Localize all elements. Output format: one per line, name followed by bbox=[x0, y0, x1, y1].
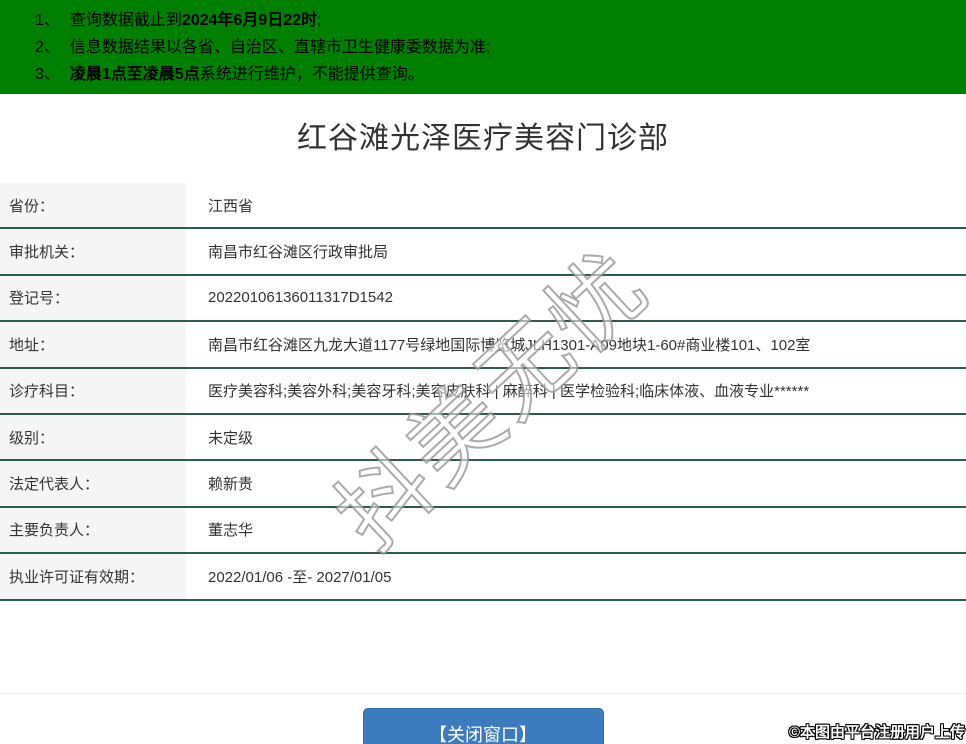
notice-line-1: 1、查询数据截止到2024年6月9日22时; bbox=[35, 7, 956, 34]
row-value: 南昌市红谷滩区九龙大道1177号绿地国际博览城JLH1301-A09地块1-60… bbox=[186, 322, 966, 366]
table-row: 省份： 江西省 bbox=[0, 183, 966, 229]
close-window-button[interactable]: 【关闭窗口】 bbox=[363, 708, 604, 744]
table-row: 诊疗科目： 医疗美容科;美容外科;美容牙科;美容皮肤科 | 麻醉科 | 医学检验… bbox=[0, 369, 966, 415]
info-table: 省份： 江西省 审批机关： 南昌市红谷滩区行政审批局 登记号： 20220106… bbox=[0, 183, 966, 601]
table-row: 级别： 未定级 bbox=[0, 415, 966, 461]
row-value: 赖新贵 bbox=[186, 461, 966, 505]
row-label: 执业许可证有效期： bbox=[0, 554, 186, 598]
row-label: 地址： bbox=[0, 322, 186, 366]
row-value: 南昌市红谷滩区行政审批局 bbox=[186, 229, 966, 273]
row-value: 未定级 bbox=[186, 415, 966, 459]
row-value: 江西省 bbox=[186, 183, 966, 227]
row-value: 2022/01/06 -至- 2027/01/05 bbox=[186, 554, 966, 598]
row-label: 登记号： bbox=[0, 276, 186, 320]
row-value: 医疗美容科;美容外科;美容牙科;美容皮肤科 | 麻醉科 | 医学检验科;临床体液… bbox=[186, 369, 966, 413]
notice-text: ; bbox=[317, 12, 321, 29]
query-result-page: 1、查询数据截止到2024年6月9日22时; 2、信息数据结果以各省、自治区、直… bbox=[0, 0, 966, 744]
row-label: 诊疗科目： bbox=[0, 369, 186, 413]
row-label: 级别： bbox=[0, 415, 186, 459]
notice-number: 2、 bbox=[35, 34, 60, 61]
table-row: 地址： 南昌市红谷滩区九龙大道1177号绿地国际博览城JLH1301-A09地块… bbox=[0, 322, 966, 368]
table-row: 法定代表人： 赖新贵 bbox=[0, 461, 966, 507]
row-label: 省份： bbox=[0, 183, 186, 227]
row-label: 法定代表人： bbox=[0, 461, 186, 505]
notice-text: 信息数据结果以各省、自治区、直辖市卫生健康委数据为准; bbox=[70, 39, 490, 56]
notice-number: 3、 bbox=[35, 61, 60, 88]
notice-maintenance-window: 凌晨1点至凌晨5点 bbox=[70, 66, 200, 83]
table-row: 登记号： 20220106136011317D1542 bbox=[0, 276, 966, 322]
row-value: 董志华 bbox=[186, 508, 966, 552]
table-row: 审批机关： 南昌市红谷滩区行政审批局 bbox=[0, 229, 966, 275]
notice-line-3: 3、凌晨1点至凌晨5点系统进行维护，不能提供查询。 bbox=[35, 61, 956, 88]
notice-number: 1、 bbox=[35, 7, 60, 34]
notice-deadline: 2024年6月9日22时 bbox=[182, 12, 317, 29]
table-row: 执业许可证有效期： 2022/01/06 -至- 2027/01/05 bbox=[0, 554, 966, 600]
notice-bar: 1、查询数据截止到2024年6月9日22时; 2、信息数据结果以各省、自治区、直… bbox=[0, 0, 966, 94]
upload-attribution-watermark: ©本图由平台注册用户上传 bbox=[789, 721, 965, 742]
notice-text: 查询数据截止到 bbox=[70, 12, 182, 29]
row-value: 20220106136011317D1542 bbox=[186, 276, 966, 320]
notice-text: 系统进行维护，不能提供查询。 bbox=[200, 66, 424, 83]
row-label: 主要负责人： bbox=[0, 508, 186, 552]
page-title: 红谷滩光泽医疗美容门诊部 bbox=[0, 120, 966, 158]
notice-line-2: 2、信息数据结果以各省、自治区、直辖市卫生健康委数据为准; bbox=[35, 34, 956, 61]
row-label: 审批机关： bbox=[0, 229, 186, 273]
table-row: 主要负责人： 董志华 bbox=[0, 508, 966, 554]
